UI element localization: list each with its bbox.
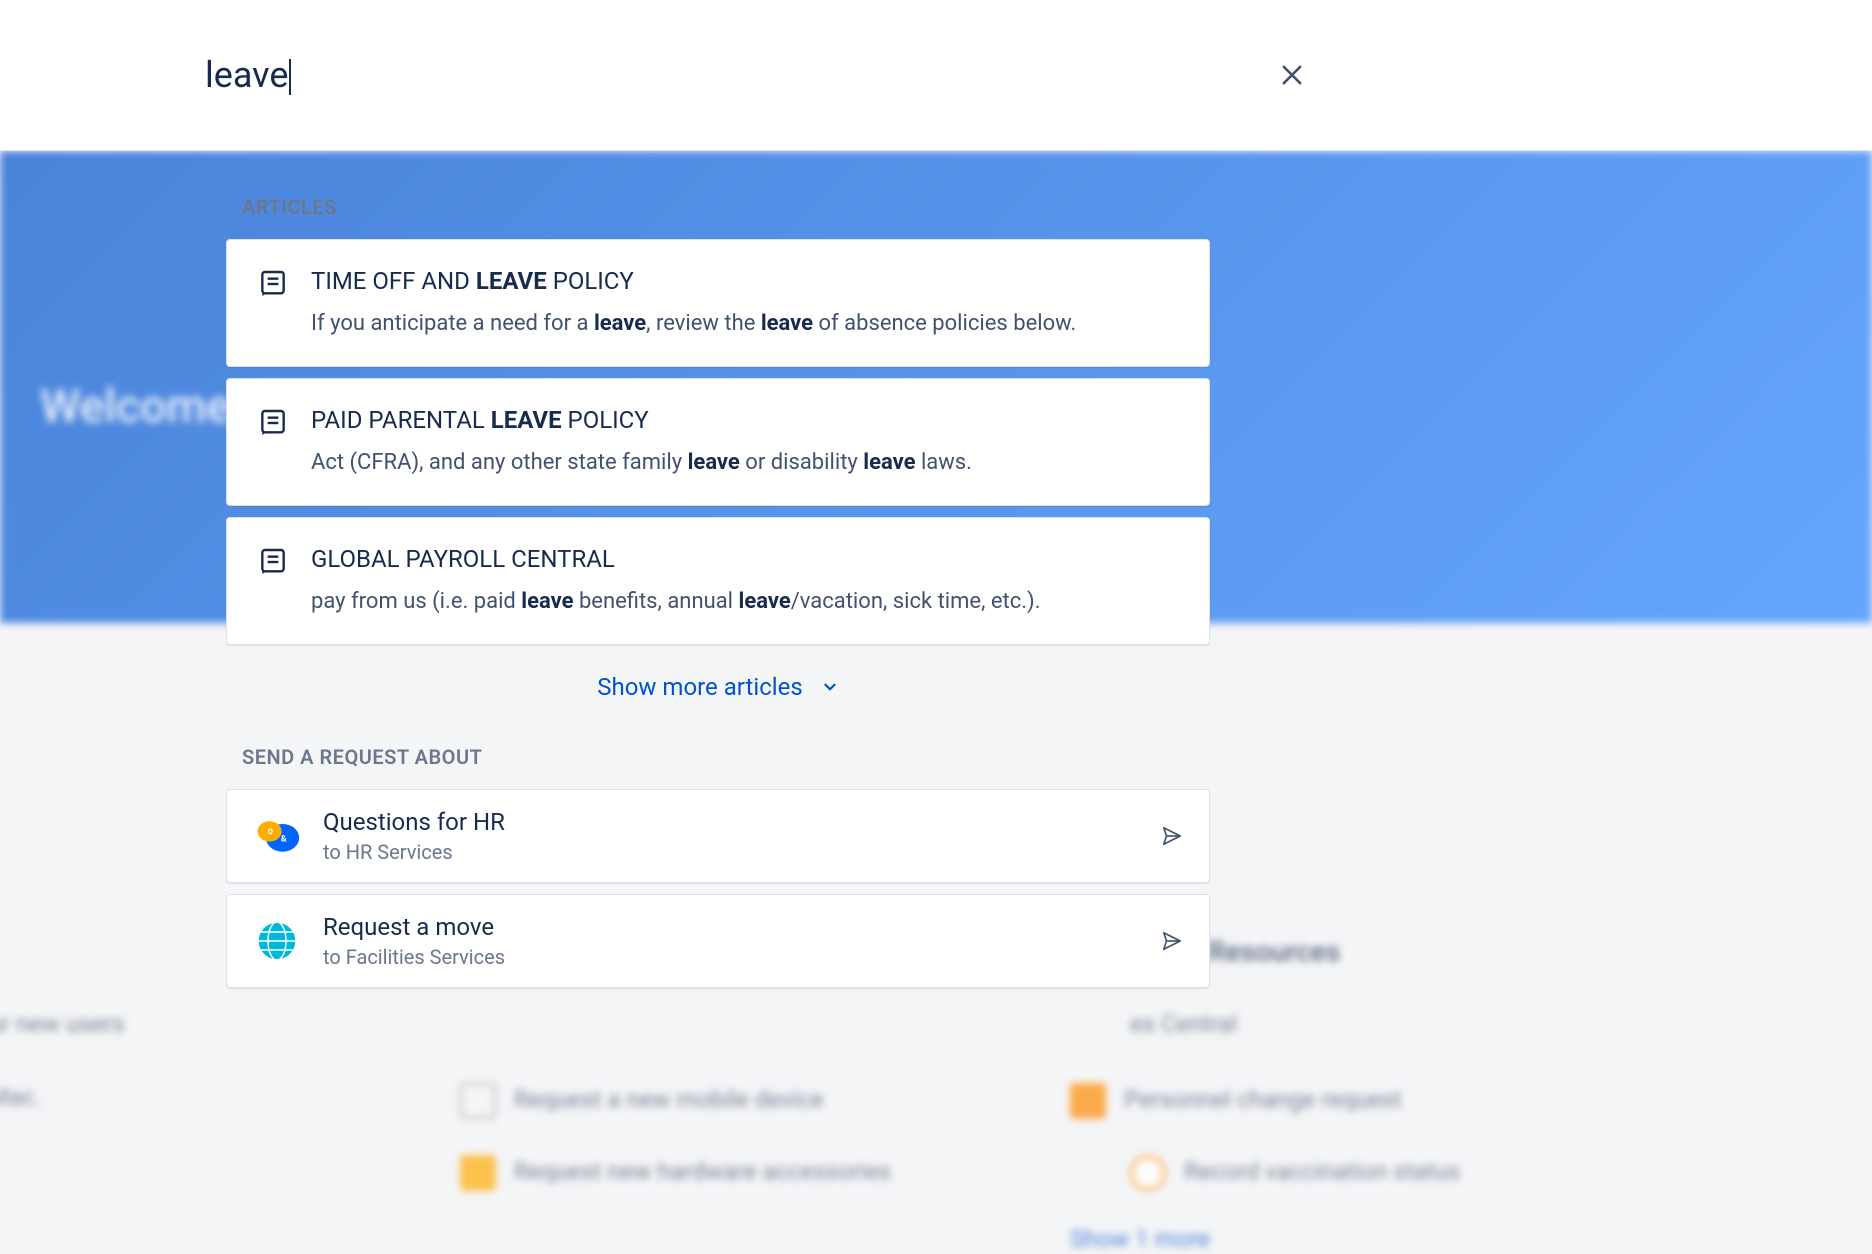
article-icon bbox=[257, 268, 289, 300]
request-title: Questions for HR bbox=[323, 808, 1161, 836]
article-icon bbox=[257, 407, 289, 439]
chevron-down-icon bbox=[821, 678, 839, 696]
request-title: Request a move bbox=[323, 913, 1161, 941]
request-item[interactable]: Q & Questions for HR to HR Services bbox=[226, 789, 1210, 883]
svg-text:&: & bbox=[281, 833, 287, 844]
search-bar: leave bbox=[0, 0, 1872, 151]
article-title: TIME OFF AND LEAVE POLICY bbox=[311, 266, 1179, 297]
search-results: ARTICLES TIME OFF AND LEAVE POLICY If yo… bbox=[226, 195, 1210, 999]
close-icon bbox=[1278, 61, 1306, 89]
article-description: pay from us (i.e. paid leave benefits, a… bbox=[311, 587, 1179, 618]
send-icon bbox=[1161, 825, 1183, 847]
request-section-header: SEND A REQUEST ABOUT bbox=[226, 745, 1210, 769]
search-query-text: leave bbox=[205, 54, 288, 96]
article-content: TIME OFF AND LEAVE POLICY If you anticip… bbox=[311, 266, 1179, 340]
request-content: Questions for HR to HR Services bbox=[323, 808, 1161, 864]
article-title: GLOBAL PAYROLL CENTRAL bbox=[311, 544, 1179, 575]
show-more-label: Show more articles bbox=[597, 673, 802, 701]
article-title: PAID PARENTAL LEAVE POLICY bbox=[311, 405, 1179, 436]
article-result[interactable]: GLOBAL PAYROLL CENTRAL pay from us (i.e.… bbox=[226, 517, 1210, 645]
articles-section-header: ARTICLES bbox=[226, 195, 1210, 219]
request-content: Request a move to Facilities Services bbox=[323, 913, 1161, 969]
request-a-move-icon bbox=[253, 917, 301, 965]
article-result[interactable]: TIME OFF AND LEAVE POLICY If you anticip… bbox=[226, 239, 1210, 367]
show-more-articles: Show more articles bbox=[226, 673, 1210, 701]
article-content: GLOBAL PAYROLL CENTRAL pay from us (i.e.… bbox=[311, 544, 1179, 618]
article-content: PAID PARENTAL LEAVE POLICY Act (CFRA), a… bbox=[311, 405, 1179, 479]
close-button[interactable] bbox=[1272, 55, 1312, 95]
request-destination: to Facilities Services bbox=[323, 945, 1161, 969]
search-input[interactable]: leave bbox=[205, 54, 1272, 96]
article-description: Act (CFRA), and any other state family l… bbox=[311, 448, 1179, 479]
request-item[interactable]: Request a move to Facilities Services bbox=[226, 894, 1210, 988]
search-overlay: leave ARTICLES TIME OFF A bbox=[0, 0, 1872, 1254]
article-icon bbox=[257, 546, 289, 578]
article-description: If you anticipate a need for a leave, re… bbox=[311, 309, 1179, 340]
send-icon bbox=[1161, 930, 1183, 952]
text-cursor bbox=[289, 59, 291, 95]
show-more-articles-link[interactable]: Show more articles bbox=[597, 673, 838, 701]
svg-text:Q: Q bbox=[268, 827, 273, 836]
questions-for-hr-icon: Q & bbox=[253, 812, 301, 860]
article-result[interactable]: PAID PARENTAL LEAVE POLICY Act (CFRA), a… bbox=[226, 378, 1210, 506]
request-destination: to HR Services bbox=[323, 840, 1161, 864]
